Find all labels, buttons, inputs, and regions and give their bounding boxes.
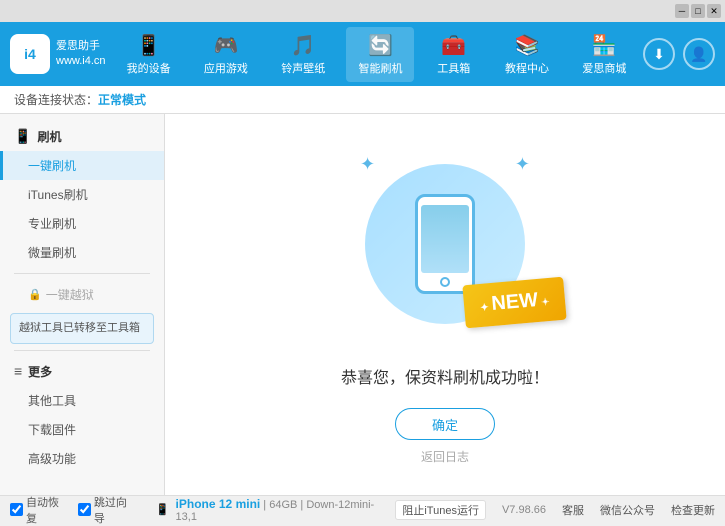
nav-items: 📱 我的设备 🎮 应用游戏 🎵 铃声壁纸 🔄 智能刷机 🧰 工具箱 📚 教程中心… (110, 27, 643, 82)
device-info: 📱 iPhone 12 mini | 64GB | Down-12mini-13… (156, 497, 395, 523)
sidebar-divider-1 (14, 273, 150, 274)
my-device-icon: 📱 (136, 33, 161, 58)
device-icon: 📱 (156, 503, 170, 516)
new-badge: NEW (462, 277, 567, 329)
tutorial-icon: 📚 (515, 33, 540, 58)
bottom-bar: 自动恢复 跳过向导 📱 iPhone 12 mini | 64GB | Down… (0, 495, 725, 523)
header: i4 爱思助手 www.i4.cn 📱 我的设备 🎮 应用游戏 🎵 铃声壁纸 🔄… (0, 22, 725, 86)
nav-tutorial-label: 教程中心 (505, 60, 549, 76)
download-button[interactable]: ⬇ (643, 38, 675, 70)
sidebar-flash-header: 📱 刷机 (0, 122, 164, 151)
toolbox-icon: 🧰 (441, 33, 466, 58)
skip-wizard-label[interactable]: 跳过向导 (78, 494, 138, 526)
auto-restore-checkbox[interactable] (10, 503, 23, 516)
status-value: 正常模式 (98, 91, 146, 108)
sidebar-flash-title: 刷机 (37, 128, 61, 145)
apps-games-icon: 🎮 (213, 33, 238, 58)
skip-wizard-checkbox[interactable] (78, 503, 91, 516)
stop-itunes-button[interactable]: 阻止iTunes运行 (395, 500, 486, 520)
ringtones-icon: 🎵 (291, 33, 316, 58)
status-bar: 设备连接状态： 正常模式 (0, 86, 725, 114)
nav-my-device-label: 我的设备 (127, 60, 171, 76)
nav-apps-games[interactable]: 🎮 应用游戏 (192, 27, 260, 82)
skip-wizard-text: 跳过向导 (94, 494, 138, 526)
version-text: V7.98.66 (502, 504, 546, 516)
sidebar-more-title: 更多 (28, 363, 52, 380)
sidebar-jailbreak-header: 🔒 一键越狱 (0, 280, 164, 309)
nav-store-label: 爱思商城 (582, 60, 626, 76)
logo-icon: i4 (10, 34, 50, 74)
sidebar-divider-2 (14, 350, 150, 351)
maximize-button[interactable]: □ (691, 4, 705, 18)
nav-ringtones[interactable]: 🎵 铃声壁纸 (269, 27, 337, 82)
content-area: NEW ✦ ✦ 恭喜您，保资料刷机成功啦！ 确定 返回日志 (165, 114, 725, 495)
nav-my-device[interactable]: 📱 我的设备 (115, 27, 183, 82)
more-section-icon: ≡ (14, 363, 22, 379)
smart-flash-icon: 🔄 (368, 33, 393, 58)
device-details: iPhone 12 mini | 64GB | Down-12mini-13,1 (176, 497, 396, 523)
go-back-link[interactable]: 返回日志 (421, 448, 469, 465)
sidebar-one-key-flash[interactable]: 一键刷机 (0, 151, 164, 180)
sidebar-jailbreak-title: 一键越狱 (46, 286, 94, 303)
nav-store[interactable]: 🏪 爱思商城 (570, 27, 638, 82)
sidebar-more-header: ≡ 更多 (0, 357, 164, 386)
main-layout: 📱 刷机 一键刷机 iTunes刷机 专业刷机 微量刷机 🔒 一键越狱 越狱工具… (0, 114, 725, 495)
confirm-button[interactable]: 确定 (395, 408, 495, 440)
nav-toolbox[interactable]: 🧰 工具箱 (424, 27, 484, 82)
sparkle-top-left: ✦ (360, 154, 375, 175)
auto-restore-text: 自动恢复 (26, 494, 70, 526)
sidebar-pro-flash[interactable]: 专业刷机 (0, 209, 164, 238)
sidebar-advanced[interactable]: 高级功能 (0, 444, 164, 473)
lock-icon: 🔒 (28, 288, 42, 301)
wechat-link[interactable]: 微信公众号 (600, 502, 655, 518)
user-button[interactable]: 👤 (683, 38, 715, 70)
store-icon: 🏪 (592, 33, 617, 58)
sidebar-data-flash[interactable]: 微量刷机 (0, 238, 164, 267)
phone-home-button (440, 277, 450, 287)
jailbreak-notice: 越狱工具已转移至工具箱 (10, 313, 154, 344)
nav-smart-flash-label: 智能刷机 (358, 60, 402, 76)
title-bar: ─ □ ✕ (0, 0, 725, 22)
logo-line2: www.i4.cn (56, 54, 106, 69)
nav-toolbox-label: 工具箱 (437, 60, 470, 76)
logo-area: i4 爱思助手 www.i4.cn (10, 34, 110, 74)
phone-screen (421, 205, 469, 273)
minimize-button[interactable]: ─ (675, 4, 689, 18)
update-link[interactable]: 检查更新 (671, 502, 715, 518)
status-label-prefix: 设备连接状态： (14, 91, 98, 108)
header-right: ⬇ 👤 (643, 38, 715, 70)
nav-smart-flash[interactable]: 🔄 智能刷机 (346, 27, 414, 82)
auto-restore-label[interactable]: 自动恢复 (10, 494, 70, 526)
nav-tutorial[interactable]: 📚 教程中心 (493, 27, 561, 82)
sparkle-top-right: ✦ (515, 154, 530, 175)
nav-apps-games-label: 应用游戏 (204, 60, 248, 76)
success-text: 恭喜您，保资料刷机成功啦！ (341, 364, 549, 388)
nav-ringtones-label: 铃声壁纸 (281, 60, 325, 76)
device-storage: | 64GB (263, 499, 297, 511)
sidebar-itunes-flash[interactable]: iTunes刷机 (0, 180, 164, 209)
flash-section-icon: 📱 (14, 128, 31, 145)
bottom-right: 阻止iTunes运行 V7.98.66 客服 微信公众号 检查更新 (395, 500, 715, 520)
sidebar: 📱 刷机 一键刷机 iTunes刷机 专业刷机 微量刷机 🔒 一键越狱 越狱工具… (0, 114, 165, 495)
phone-body (415, 194, 475, 294)
bottom-left: 自动恢复 跳过向导 📱 iPhone 12 mini | 64GB | Down… (10, 494, 395, 526)
close-button[interactable]: ✕ (707, 4, 721, 18)
support-link[interactable]: 客服 (562, 502, 584, 518)
device-name: iPhone 12 mini (176, 497, 261, 511)
sidebar-download-firmware[interactable]: 下载固件 (0, 415, 164, 444)
logo-text: 爱思助手 www.i4.cn (56, 39, 106, 70)
sidebar-other-tools[interactable]: 其他工具 (0, 386, 164, 415)
phone-illustration: NEW ✦ ✦ (345, 144, 545, 344)
logo-line1: 爱思助手 (56, 39, 106, 54)
